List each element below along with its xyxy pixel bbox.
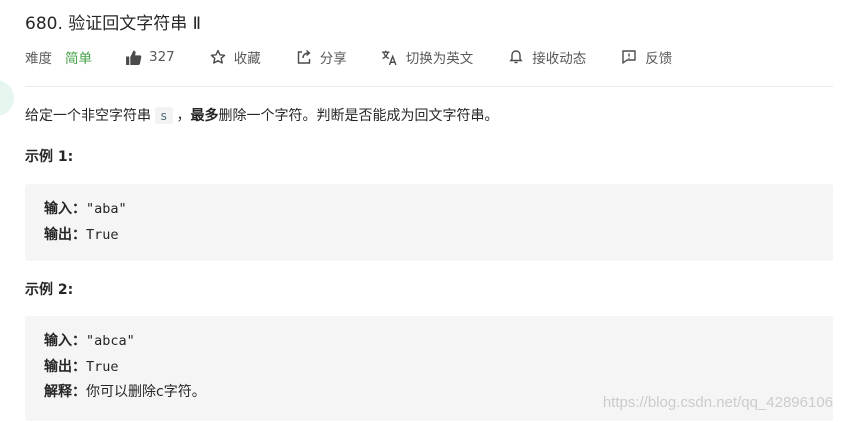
translate-icon — [381, 48, 399, 66]
explanation-label: 解释： — [44, 384, 86, 400]
feedback-button[interactable]: 反馈 — [620, 47, 672, 67]
divider — [25, 86, 833, 87]
like-button[interactable]: 327 — [124, 48, 175, 66]
thumbs-up-icon — [124, 48, 142, 66]
example-1-output: 输出：True — [44, 224, 119, 246]
side-accent — [0, 80, 14, 116]
example-2-input: 输入："abca" — [44, 330, 135, 352]
explanation-value: 你可以删除c字符。 — [86, 384, 206, 400]
input-label: 输入： — [44, 201, 86, 217]
input-value: "abca" — [86, 333, 135, 349]
translate-label: 切换为英文 — [405, 51, 474, 67]
input-value: "aba" — [86, 201, 127, 217]
share-label: 分享 — [319, 51, 347, 67]
example-1-title: 示例 1: — [25, 149, 74, 165]
example-1-input: 输入："aba" — [44, 198, 127, 220]
inline-code: s — [155, 107, 173, 124]
collect-label: 收藏 — [233, 51, 261, 67]
problem-description: 给定一个非空字符串 s ，最多删除一个字符。判断是否能成为回文字符串。 — [25, 104, 499, 128]
feedback-icon — [620, 48, 638, 66]
subscribe-label: 接收动态 — [532, 51, 587, 67]
example-1-box: 输入："aba" 输出：True — [25, 184, 833, 261]
description-emphasis: 最多 — [190, 108, 219, 124]
example-2-output: 输出：True — [44, 356, 119, 378]
watermark: https://blog.csdn.net/qq_42896106 — [602, 394, 833, 411]
collect-button[interactable]: 收藏 — [209, 47, 261, 67]
example-2-title: 示例 2: — [25, 282, 74, 298]
example-2-explanation: 解释：你可以删除c字符。 — [44, 381, 206, 403]
description-text-rest: 删除一个字符。判断是否能成为回文字符串。 — [218, 108, 499, 124]
difficulty-badge: 简单 — [65, 51, 92, 67]
feedback-label: 反馈 — [645, 51, 673, 67]
description-text: 给定一个非空字符串 — [25, 108, 151, 124]
like-count: 327 — [149, 49, 175, 65]
star-icon — [209, 48, 227, 66]
input-label: 输入： — [44, 333, 86, 349]
bell-icon — [507, 48, 525, 66]
subscribe-button[interactable]: 接收动态 — [507, 47, 586, 67]
problem-title: 680. 验证回文字符串 Ⅱ — [25, 14, 202, 34]
output-label: 输出： — [44, 359, 86, 375]
difficulty-label: 难度 — [25, 51, 52, 67]
translate-button[interactable]: 切换为英文 — [381, 47, 474, 67]
output-label: 输出： — [44, 227, 86, 243]
share-icon — [295, 48, 313, 66]
problem-meta-bar: 难度 简单 327 收藏 分享 切换为英文 接收动态 反馈 — [25, 45, 706, 69]
output-value: True — [86, 227, 119, 243]
share-button[interactable]: 分享 — [295, 47, 347, 67]
output-value: True — [86, 359, 119, 375]
description-comma: ， — [176, 108, 191, 124]
